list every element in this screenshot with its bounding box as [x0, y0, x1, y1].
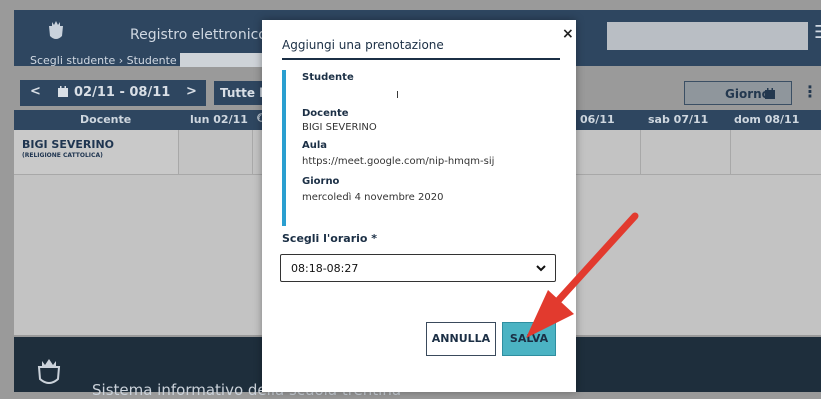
chevron-down-icon: [536, 265, 546, 272]
user-info-redacted: [607, 22, 808, 50]
crest-icon: [49, 21, 63, 39]
teacher-name: BIGI SEVERINO: [22, 138, 115, 151]
date-range-label[interactable]: 02/11 - 08/11: [74, 85, 170, 100]
column-header[interactable]: lun 02/11: [190, 113, 248, 126]
divider: [640, 130, 641, 174]
column-header[interactable]: 06/11: [580, 113, 615, 126]
column-header[interactable]: dom 08/11: [734, 113, 799, 126]
week-navigator: < 02/11 - 08/11 >: [20, 80, 206, 106]
divider: [252, 130, 253, 174]
day-label: Giorno: [302, 176, 340, 187]
room-link[interactable]: https://meet.google.com/nip-hmqm-sij: [302, 156, 494, 167]
table-row: BIGI SEVERINO (RELIGIONE CATTOLICA): [14, 130, 178, 174]
column-header[interactable]: sab 07/11: [648, 113, 708, 126]
next-week-button[interactable]: >: [186, 84, 197, 99]
column-header: Docente: [80, 113, 132, 126]
time-select[interactable]: 08:18-08:27: [280, 254, 556, 282]
time-select-value: 08:18-08:27: [291, 262, 359, 275]
breadcrumb[interactable]: Scegli studente › Studente: [30, 54, 177, 67]
previous-week-button[interactable]: <: [30, 84, 41, 99]
student-label: Studente: [302, 72, 354, 83]
divider: [178, 130, 179, 174]
booking-dialog: × Aggiungi una prenotazione Studente I D…: [262, 20, 576, 392]
calendar-icon: [765, 88, 775, 99]
student-value: I: [396, 90, 399, 101]
cancel-button[interactable]: ANNULLA: [426, 322, 496, 356]
day-view-button[interactable]: Giorno: [684, 81, 792, 105]
dialog-title: Aggiungi una prenotazione: [282, 38, 444, 52]
hamburger-menu-icon[interactable]: ☰: [814, 22, 821, 44]
close-icon[interactable]: ×: [562, 26, 574, 42]
teacher-subject: (RELIGIONE CATTOLICA): [22, 152, 103, 159]
room-label: Aula: [302, 140, 328, 151]
crest-icon: [37, 359, 61, 384]
divider: [730, 130, 731, 174]
teacher-value: BIGI SEVERINO: [302, 122, 377, 133]
calendar-icon: [58, 86, 68, 97]
save-button[interactable]: SALVA: [502, 322, 556, 356]
time-select-label: Scegli l'orario *: [282, 232, 378, 245]
info-accent-bar: [282, 70, 286, 226]
teacher-label: Docente: [302, 108, 349, 119]
more-options-icon[interactable]: ⋮: [802, 82, 818, 101]
day-view-label: Giorno: [725, 87, 770, 101]
day-value: mercoledì 4 novembre 2020: [302, 192, 444, 203]
divider: [282, 58, 560, 60]
